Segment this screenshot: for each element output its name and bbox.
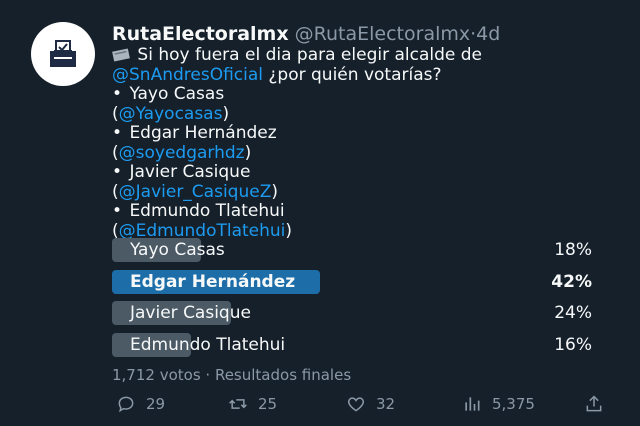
tweet-line: • Javier Casique — [112, 162, 251, 182]
tweet-line: (@soyedgarhdz) — [112, 142, 252, 163]
poll-option-percent: 18% — [554, 240, 592, 260]
poll: Yayo Casas 18% Edgar Hernández 42% Javie… — [112, 238, 598, 364]
user-handle[interactable]: @RutaElectoralmx — [295, 23, 470, 45]
like-count: 32 — [376, 395, 396, 413]
vote-count: 1,712 votos — [112, 366, 201, 384]
avatar[interactable] — [31, 22, 95, 86]
poll-option-label: Yayo Casas — [130, 240, 225, 260]
display-name[interactable]: RutaElectoralmx — [112, 23, 289, 45]
poll-option: Edgar Hernández 42% — [112, 269, 598, 294]
poll-option-label: Javier Casique — [130, 303, 251, 323]
reply-button[interactable]: 29 — [116, 394, 165, 414]
mention-link[interactable]: @Javier_CasiqueZ — [119, 182, 272, 202]
retweet-count: 25 — [258, 395, 278, 413]
ballot-box-icon — [50, 40, 76, 67]
poll-option: Yayo Casas 18% — [112, 238, 598, 262]
reply-icon — [118, 396, 134, 413]
meta-separator: · — [200, 366, 215, 384]
poll-option-percent: 42% — [551, 271, 592, 292]
tweet-line: Si hoy fuera el dia para elegir alcalde … — [112, 45, 622, 66]
tweet-line: • Yayo Casas — [112, 84, 225, 104]
tweet-line: • Edgar Hernández — [112, 123, 277, 143]
tweet-actions: 29 25 32 5,375 — [112, 394, 610, 418]
poll-option-percent: 24% — [554, 303, 592, 323]
mention-link[interactable]: @soyedgarhdz — [119, 143, 245, 163]
reply-count: 29 — [146, 395, 166, 413]
tweet-line: • Edmundo Tlatehui — [112, 201, 285, 221]
retweet-button[interactable]: 25 — [228, 394, 277, 414]
tweet-text: Si hoy fuera el dia para elegir alcalde … — [112, 45, 622, 241]
retweet-icon — [229, 399, 247, 409]
poll-option-label: Edmundo Tlatehui — [130, 334, 286, 355]
views-button[interactable]: 5,375 — [462, 394, 535, 414]
poll-option-label: Edgar Hernández — [130, 271, 296, 292]
heart-icon — [347, 397, 365, 412]
poll-status: Resultados finales — [214, 366, 352, 384]
poll-option-percent: 16% — [554, 334, 592, 355]
timestamp[interactable]: 4d — [476, 23, 500, 45]
mention-link[interactable]: @SnAndresOficial — [112, 65, 263, 85]
mention-link[interactable]: @Yayocasas — [119, 104, 223, 124]
view-count: 5,375 — [492, 395, 535, 413]
poll-meta: 1,712 votos · Resultados finales — [112, 366, 351, 384]
ballot-emoji-icon — [112, 48, 130, 62]
tweet-line: @SnAndresOficial ¿por quién votarías? — [112, 64, 442, 85]
share-icon — [586, 395, 602, 412]
poll-option: Edmundo Tlatehui 16% — [112, 332, 598, 357]
like-button[interactable]: 32 — [346, 394, 395, 414]
analytics-icon — [465, 397, 480, 411]
tweet-line: (@Yayocasas) — [112, 103, 230, 124]
tweet-line: (@Javier_CasiqueZ) — [112, 181, 278, 202]
poll-option: Javier Casique 24% — [112, 301, 598, 325]
share-button[interactable] — [584, 394, 604, 414]
tweet-header: RutaElectoralmx @RutaElectoralmx·4d — [112, 22, 500, 46]
